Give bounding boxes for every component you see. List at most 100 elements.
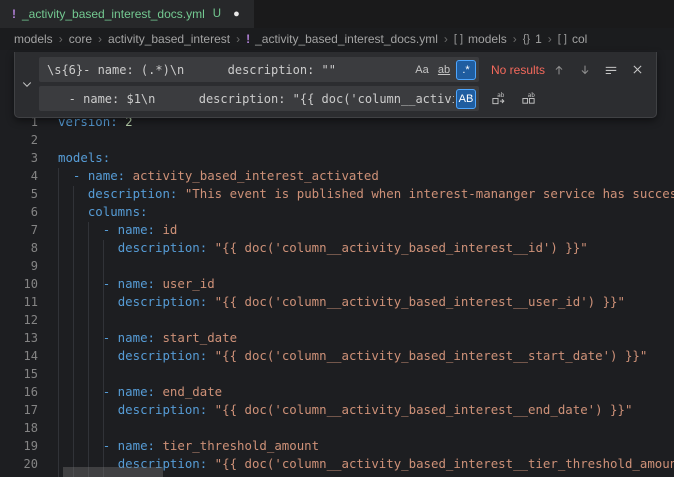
line-number: 3 [0,149,38,167]
breadcrumb-label: activity_based_interest [108,32,230,46]
line-number: 12 [0,311,38,329]
code-line-content: description: "This event is published wh… [38,185,674,203]
close-find-button[interactable] [626,59,648,81]
chevron-down-icon [21,78,33,90]
line-number: 18 [0,419,38,437]
line-number: 2 [0,131,38,149]
line-number: 8 [0,239,38,257]
code-line[interactable]: 5 description: "This event is published … [0,185,674,203]
code-line-content: description: "{{ doc('column__activity_b… [38,293,674,311]
breadcrumb-separator-icon: › [548,32,552,46]
code-line[interactable]: 3models: [0,149,674,167]
code-line-content: - name: end_date [38,383,674,401]
replace-icon: ab [491,91,506,106]
code-lines: 1version: 223models:4 - name: activity_b… [0,113,674,473]
find-input[interactable]: \s{6}- name: (.*)\n description: "" Aa a… [39,57,479,82]
array-symbol-icon: [ ] [454,33,463,45]
line-number: 16 [0,383,38,401]
code-line-content: description: "{{ doc('column__activity_b… [38,239,674,257]
line-number: 14 [0,347,38,365]
code-line[interactable]: 11 description: "{{ doc('column__activit… [0,293,674,311]
find-row: \s{6}- name: (.*)\n description: "" Aa a… [39,57,650,82]
next-match-button[interactable] [574,59,596,81]
line-number: 13 [0,329,38,347]
array-symbol-icon: [ ] [558,33,567,45]
line-number: 17 [0,401,38,419]
find-input-value[interactable]: \s{6}- name: (.*)\n description: "" [47,63,410,77]
code-line[interactable]: 17 description: "{{ doc('column__activit… [0,401,674,419]
breadcrumb-item[interactable]: core [69,32,92,46]
code-line[interactable]: 13 - name: start_date [0,329,674,347]
whole-word-toggle[interactable]: ab [434,60,454,80]
code-line-content [38,365,674,383]
code-editor[interactable]: 1version: 223models:4 - name: activity_b… [0,50,674,477]
find-in-selection-button[interactable] [600,59,622,81]
breadcrumb-item[interactable]: [ ] col [558,32,588,46]
code-line-content: description: "{{ doc('column__activity_b… [38,347,674,365]
line-number: 7 [0,221,38,239]
code-line-content: - name: user_id [38,275,674,293]
line-number: 9 [0,257,38,275]
code-line[interactable]: 2 [0,131,674,149]
code-line-content: - name: start_date [38,329,674,347]
code-line[interactable]: 7 - name: id [0,221,674,239]
code-line[interactable]: 4 - name: activity_based_interest_activa… [0,167,674,185]
breadcrumb-item[interactable]: !_activity_based_interest_docs.yml [246,32,438,46]
replace-button[interactable]: ab [487,88,509,110]
code-line-content [38,131,674,149]
object-symbol-icon: {} [523,33,530,45]
line-number: 20 [0,455,38,473]
regex-toggle[interactable]: .* [456,60,476,80]
horizontal-scrollbar[interactable] [63,467,163,477]
preserve-case-toggle[interactable]: AB [456,89,476,109]
breadcrumb-label: _activity_based_interest_docs.yml [255,32,438,46]
yaml-file-icon: ! [12,7,16,21]
code-line[interactable]: 6 columns: [0,203,674,221]
code-line-content: columns: [38,203,674,221]
code-line[interactable]: 18 [0,419,674,437]
match-case-toggle[interactable]: Aa [412,60,432,80]
breadcrumb-separator-icon: › [444,32,448,46]
breadcrumb-item[interactable]: activity_based_interest [108,32,230,46]
code-line[interactable]: 9 [0,257,674,275]
previous-match-button[interactable] [548,59,570,81]
code-line[interactable]: 15 [0,365,674,383]
replace-input[interactable]: - name: $1\n description: "{{ doc('colum… [39,86,479,111]
arrow-up-icon [552,63,566,77]
git-status-badge: U [213,8,221,20]
replace-input-value[interactable]: - name: $1\n description: "{{ doc('colum… [47,92,454,106]
code-line[interactable]: 8 description: "{{ doc('column__activity… [0,239,674,257]
tab-bar: ! _activity_based_interest_docs.yml U ● [0,0,674,28]
toggle-replace-button[interactable] [15,57,39,111]
line-number: 5 [0,185,38,203]
breadcrumb-item[interactable]: [ ]models [454,32,507,46]
close-icon [631,63,644,76]
breadcrumb-item[interactable]: {}1 [523,32,542,46]
modified-dot-icon[interactable]: ● [233,8,240,20]
code-line-content: models: [38,149,674,167]
line-number: 19 [0,437,38,455]
code-line[interactable]: 12 [0,311,674,329]
breadcrumb-separator-icon: › [59,32,63,46]
code-line-content [38,257,674,275]
code-line-content [38,419,674,437]
tab-filename: _activity_based_interest_docs.yml [22,7,205,21]
replace-all-button[interactable]: ab [517,88,539,110]
find-replace-widget: \s{6}- name: (.*)\n description: "" Aa a… [14,52,657,118]
code-line[interactable]: 19 - name: tier_threshold_amount [0,437,674,455]
breadcrumb-label: col [572,32,587,46]
line-number: 4 [0,167,38,185]
line-number: 11 [0,293,38,311]
code-line-content: - name: id [38,221,674,239]
code-line-content: - name: tier_threshold_amount [38,437,674,455]
tab-active-file[interactable]: ! _activity_based_interest_docs.yml U ● [0,0,254,28]
breadcrumb-item[interactable]: models [14,32,53,46]
breadcrumb-label: core [69,32,92,46]
code-line[interactable]: 10 - name: user_id [0,275,674,293]
replace-row: - name: $1\n description: "{{ doc('colum… [39,86,650,111]
breadcrumb-label: models [14,32,53,46]
line-number: 10 [0,275,38,293]
code-line[interactable]: 14 description: "{{ doc('column__activit… [0,347,674,365]
code-line[interactable]: 16 - name: end_date [0,383,674,401]
line-number: 15 [0,365,38,383]
